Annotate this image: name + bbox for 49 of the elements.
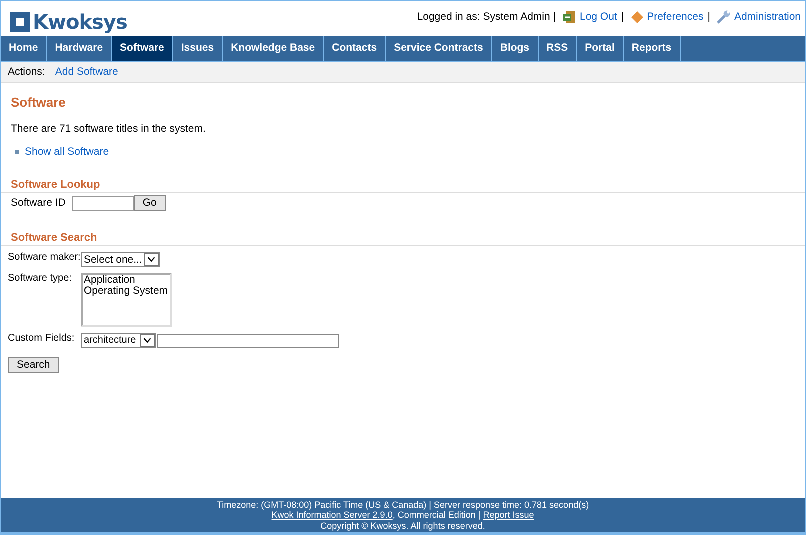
door-icon <box>563 10 577 24</box>
list-option[interactable]: Operating System <box>84 286 170 297</box>
footer-link[interactable]: Report Issue <box>483 510 534 520</box>
list-link[interactable]: Show all Software <box>25 146 110 158</box>
logged-in-text: Logged in as: System Admin | <box>417 11 556 23</box>
list-option[interactable]: Application <box>84 275 170 286</box>
nav-tab[interactable]: Issues <box>173 36 224 61</box>
nav-tab[interactable]: Contacts <box>324 36 386 61</box>
square-logo-icon <box>10 12 30 32</box>
page-title: Software <box>11 95 67 110</box>
summary-text: There are 71 software titles in the system. <box>11 123 207 135</box>
footer-text: Kwok Information Server 2.9.0, Commercial Edition | Report Issue <box>270 510 536 520</box>
field-label: Software ID <box>11 197 66 209</box>
separator-text: | <box>708 11 710 23</box>
field-label: Custom Fields: <box>8 333 75 346</box>
input-field[interactable] <box>157 334 339 348</box>
field-label: Software type: <box>8 273 72 286</box>
footer-text: Copyright © Kwoksys. All rights reserved. <box>320 520 486 531</box>
nav-tab[interactable]: RSS <box>538 36 578 61</box>
section-heading: Software Lookup <box>1 179 805 193</box>
diamond-icon <box>631 10 644 24</box>
input-field[interactable] <box>72 196 134 210</box>
chevron-icon <box>140 334 155 347</box>
footer-text: Timezone: (GMT-08:00) Pacific Time (US & Canada) | Server response time: 0.781 second(s) <box>216 500 590 510</box>
nav-tab[interactable]: Service Contracts <box>386 36 492 61</box>
wrench-icon <box>717 10 732 24</box>
action-link[interactable]: Add Software <box>55 66 118 78</box>
dropdown[interactable]: architecture <box>81 333 156 348</box>
nav-tab[interactable]: Knowledge Base <box>223 36 324 61</box>
field-label: Software maker: <box>8 252 81 265</box>
nav-tab[interactable]: Blogs <box>492 36 539 61</box>
header-link[interactable]: Preferences <box>647 11 704 23</box>
dropdown[interactable]: Select one... <box>81 252 160 267</box>
nav-tab[interactable]: Reports <box>624 36 681 61</box>
header-link[interactable]: Log Out <box>580 11 618 23</box>
nav-tab[interactable]: Software <box>112 36 174 61</box>
header-link[interactable]: Administration <box>734 11 801 23</box>
separator-text: | <box>621 11 624 23</box>
nav-tab[interactable]: Home <box>1 36 48 61</box>
bullet-icon <box>15 150 19 154</box>
logo-text: Kwoksys <box>33 11 128 33</box>
footer-link[interactable]: Kwok Information Server 2.9.0 <box>272 510 393 520</box>
section-heading: Software Search <box>1 232 805 246</box>
list-box[interactable]: Application Operating System <box>81 273 172 327</box>
actions-label: Actions: <box>8 66 46 78</box>
nav-tab[interactable]: Portal <box>577 36 624 61</box>
go-button[interactable]: Go <box>134 195 166 211</box>
search-button[interactable]: Search <box>8 357 60 373</box>
chevron-icon <box>144 253 160 266</box>
